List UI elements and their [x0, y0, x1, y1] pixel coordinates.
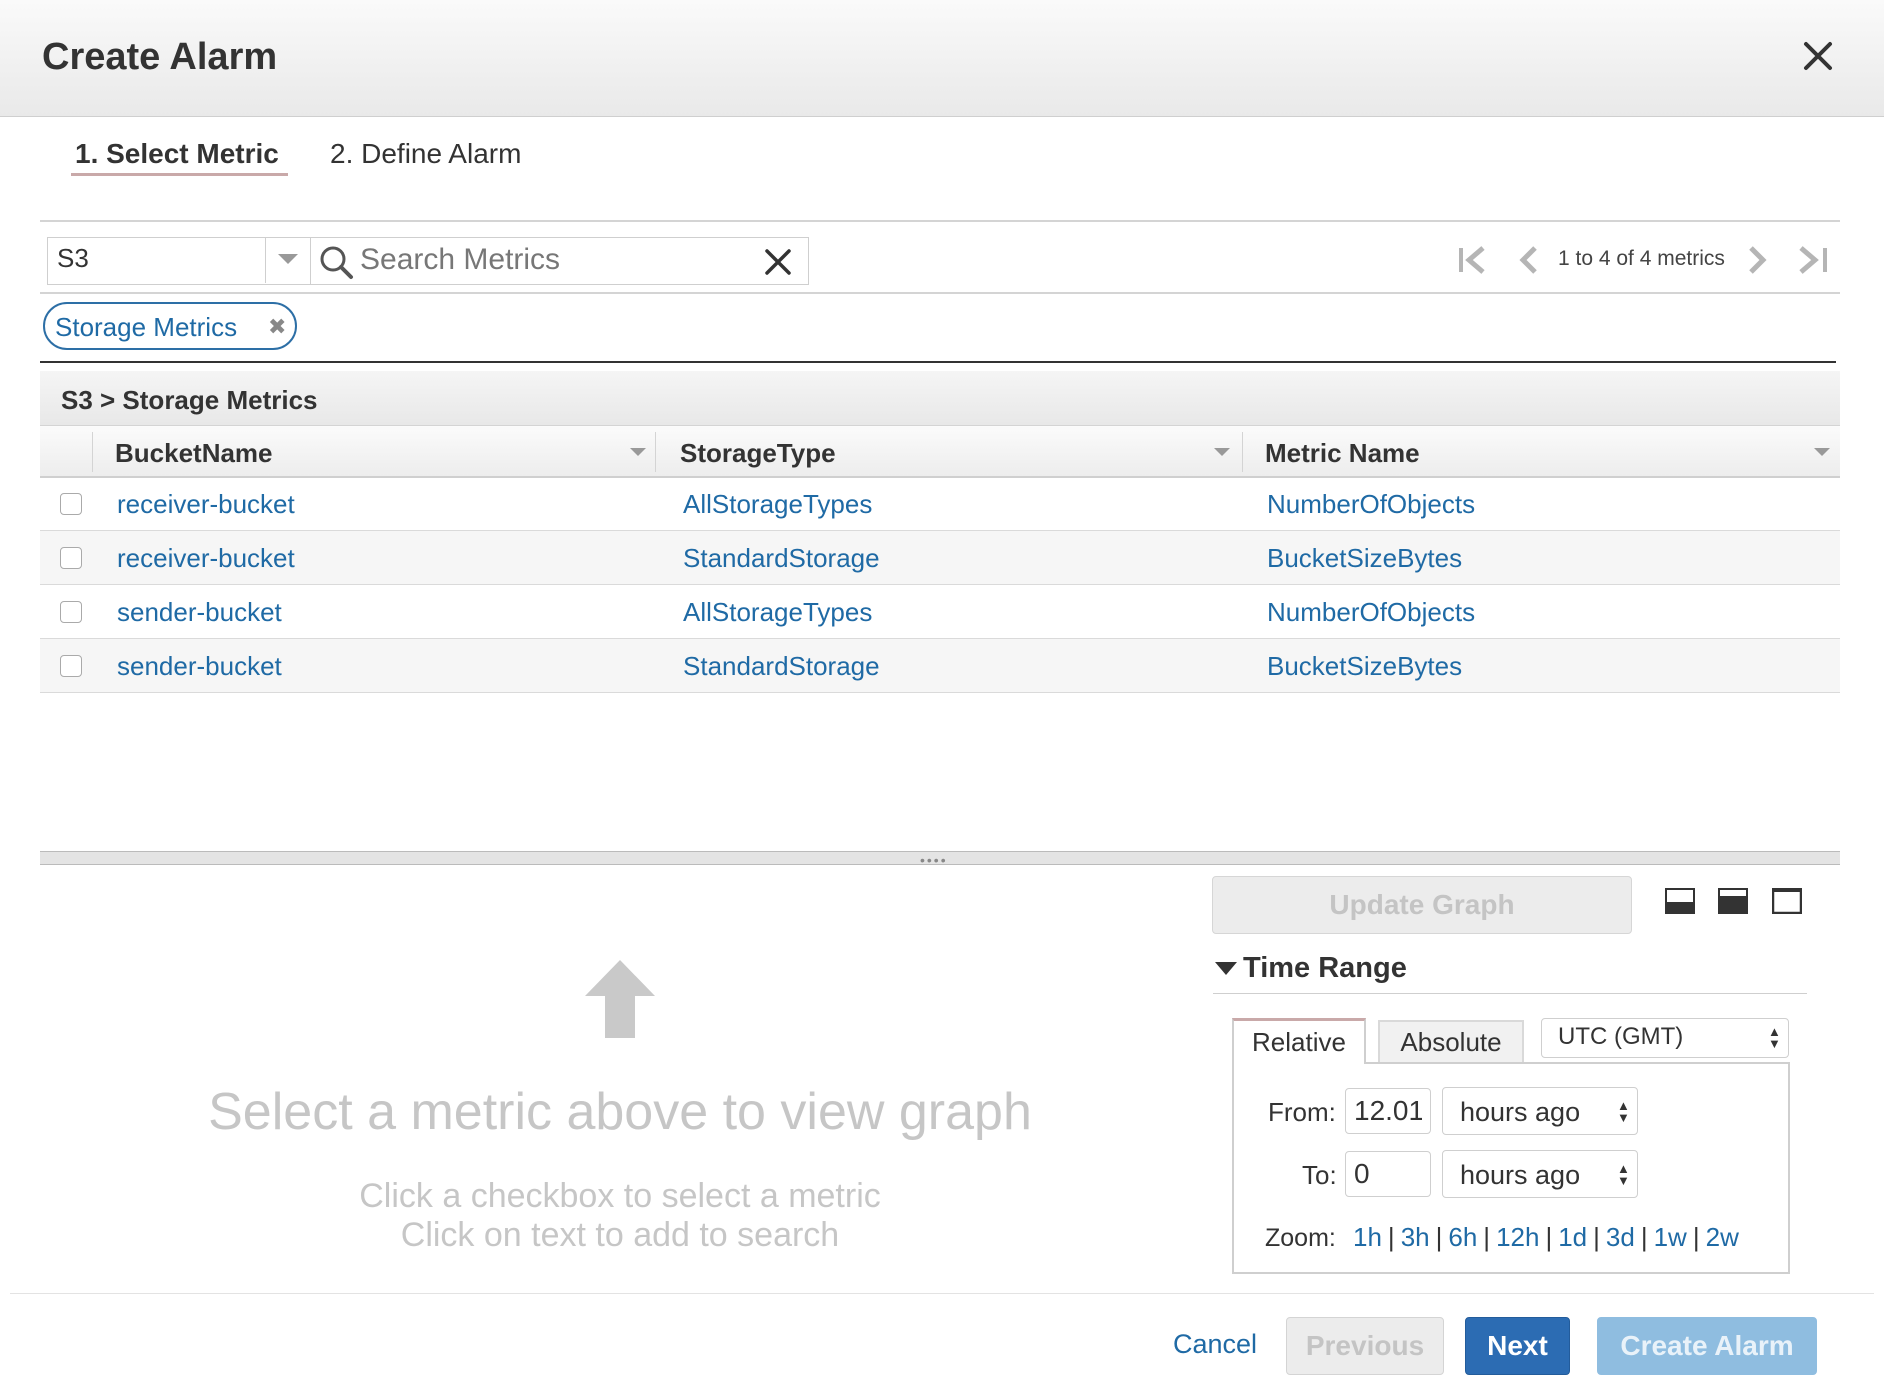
- close-icon[interactable]: [1800, 38, 1836, 74]
- row-checkbox[interactable]: [60, 601, 82, 623]
- column-separator: [1242, 432, 1243, 472]
- row-checkbox[interactable]: [60, 655, 82, 677]
- column-header-bucketname[interactable]: BucketName: [115, 438, 273, 469]
- previous-button[interactable]: Previous: [1286, 1317, 1444, 1375]
- zoom-1h-link[interactable]: 1h: [1353, 1222, 1382, 1252]
- zoom-separator: |: [1545, 1222, 1553, 1252]
- table-row[interactable]: [40, 585, 1840, 639]
- sort-arrow-icon[interactable]: [1214, 448, 1230, 456]
- table-header: [40, 426, 1840, 478]
- time-range-title[interactable]: Time Range: [1243, 952, 1407, 985]
- wizard-step-select-metric[interactable]: 1. Select Metric: [75, 138, 279, 170]
- select-updown-icon: ▲ ▼: [1617, 1098, 1630, 1125]
- metric-name-link[interactable]: BucketSizeBytes: [1267, 543, 1462, 574]
- next-page-icon[interactable]: [1745, 244, 1771, 276]
- zoom-3h-link[interactable]: 3h: [1401, 1222, 1430, 1252]
- sort-arrow-icon[interactable]: [630, 448, 646, 456]
- row-checkbox[interactable]: [60, 493, 82, 515]
- graph-placeholder-title: Select a metric above to view graph: [208, 1083, 1032, 1141]
- zoom-label: Zoom:: [1265, 1224, 1336, 1252]
- storage-type-link[interactable]: AllStorageTypes: [683, 597, 872, 628]
- column-header-storagetype[interactable]: StorageType: [680, 438, 836, 469]
- from-label: From:: [1268, 1097, 1336, 1127]
- create-alarm-button[interactable]: Create Alarm: [1597, 1317, 1817, 1375]
- storage-type-link[interactable]: AllStorageTypes: [683, 489, 872, 520]
- metric-name-link[interactable]: NumberOfObjects: [1267, 597, 1475, 628]
- dialog-title: Create Alarm: [42, 36, 278, 78]
- table-row[interactable]: [40, 531, 1840, 585]
- divider: [40, 220, 1840, 222]
- divider: [40, 292, 1840, 294]
- table-row[interactable]: [40, 639, 1840, 693]
- active-step-underline: [71, 173, 288, 176]
- search-icon: [320, 246, 353, 279]
- zoom-separator: |: [1692, 1222, 1700, 1252]
- filter-chip-label[interactable]: Storage Metrics: [55, 312, 237, 343]
- from-value-input[interactable]: [1345, 1088, 1431, 1134]
- search-input[interactable]: [360, 241, 760, 279]
- wizard-step-define-alarm[interactable]: 2. Define Alarm: [330, 138, 521, 170]
- dialog-header: [0, 0, 1884, 117]
- next-button[interactable]: Next: [1465, 1317, 1570, 1375]
- metric-name-link[interactable]: NumberOfObjects: [1267, 489, 1475, 520]
- divider: [1213, 993, 1807, 994]
- timezone-value: UTC (GMT): [1558, 1023, 1684, 1050]
- zoom-separator: |: [1387, 1222, 1395, 1252]
- column-header-metric-name[interactable]: Metric Name: [1265, 438, 1420, 469]
- tab-absolute[interactable]: Absolute: [1378, 1020, 1524, 1062]
- graph-placeholder-hint: Click a checkbox to select a metric: [359, 1177, 881, 1215]
- zoom-options: 1h | 3h | 6h | 12h | 1d | 3d | 1w | 2w: [1353, 1222, 1739, 1253]
- zoom-separator: |: [1593, 1222, 1600, 1252]
- zoom-3d-link[interactable]: 3d: [1606, 1222, 1635, 1252]
- bucket-name-link[interactable]: sender-bucket: [117, 651, 282, 682]
- clear-search-icon[interactable]: [764, 248, 792, 276]
- layout-small-graph-icon[interactable]: [1665, 888, 1695, 914]
- select-updown-icon: ▲ ▼: [1768, 1024, 1781, 1051]
- collapse-triangle-icon[interactable]: [1215, 962, 1237, 975]
- storage-type-link[interactable]: StandardStorage: [683, 543, 880, 574]
- zoom-12h-link[interactable]: 12h: [1496, 1222, 1539, 1252]
- to-value-input[interactable]: [1345, 1151, 1431, 1197]
- storage-type-link[interactable]: StandardStorage: [683, 651, 880, 682]
- cancel-link[interactable]: Cancel: [1173, 1329, 1257, 1360]
- breadcrumb: S3 > Storage Metrics: [61, 385, 318, 415]
- column-separator: [92, 432, 93, 472]
- from-unit-value: hours ago: [1460, 1097, 1581, 1127]
- divider: [40, 361, 1836, 363]
- dropdown-arrow-icon[interactable]: [278, 254, 298, 264]
- layout-medium-graph-icon[interactable]: [1718, 888, 1748, 914]
- metric-name-link[interactable]: BucketSizeBytes: [1267, 651, 1462, 682]
- select-updown-icon: ▲ ▼: [1617, 1161, 1630, 1188]
- splitter-grip-icon[interactable]: ••••: [920, 852, 948, 868]
- pagination-status: 1 to 4 of 4 metrics: [1558, 247, 1725, 270]
- remove-filter-icon[interactable]: ✖: [268, 314, 286, 340]
- column-separator: [655, 432, 656, 472]
- zoom-separator: |: [1435, 1222, 1443, 1252]
- sort-arrow-icon[interactable]: [1814, 448, 1830, 456]
- update-graph-button[interactable]: Update Graph: [1212, 876, 1632, 934]
- to-label: To:: [1302, 1160, 1337, 1190]
- zoom-separator: |: [1640, 1222, 1648, 1252]
- table-row[interactable]: [40, 477, 1840, 531]
- zoom-separator: |: [1483, 1222, 1491, 1252]
- arrow-up-icon: [585, 960, 655, 1038]
- previous-page-icon[interactable]: [1515, 244, 1541, 276]
- zoom-6h-link[interactable]: 6h: [1448, 1222, 1477, 1252]
- zoom-1d-link[interactable]: 1d: [1558, 1222, 1587, 1252]
- bucket-name-link[interactable]: sender-bucket: [117, 597, 282, 628]
- bucket-name-link[interactable]: receiver-bucket: [117, 543, 295, 574]
- divider: [10, 1293, 1874, 1294]
- row-checkbox[interactable]: [60, 547, 82, 569]
- zoom-1w-link[interactable]: 1w: [1654, 1222, 1687, 1252]
- zoom-2w-link[interactable]: 2w: [1706, 1222, 1739, 1252]
- divider: [265, 237, 266, 283]
- tab-relative[interactable]: Relative: [1232, 1018, 1366, 1064]
- last-page-icon[interactable]: [1795, 244, 1831, 276]
- first-page-icon[interactable]: [1455, 244, 1491, 276]
- namespace-value: S3: [57, 243, 89, 273]
- bucket-name-link[interactable]: receiver-bucket: [117, 489, 295, 520]
- layout-large-graph-icon[interactable]: [1772, 888, 1802, 914]
- to-unit-value: hours ago: [1460, 1160, 1581, 1190]
- graph-placeholder-hint: Click on text to add to search: [400, 1216, 840, 1254]
